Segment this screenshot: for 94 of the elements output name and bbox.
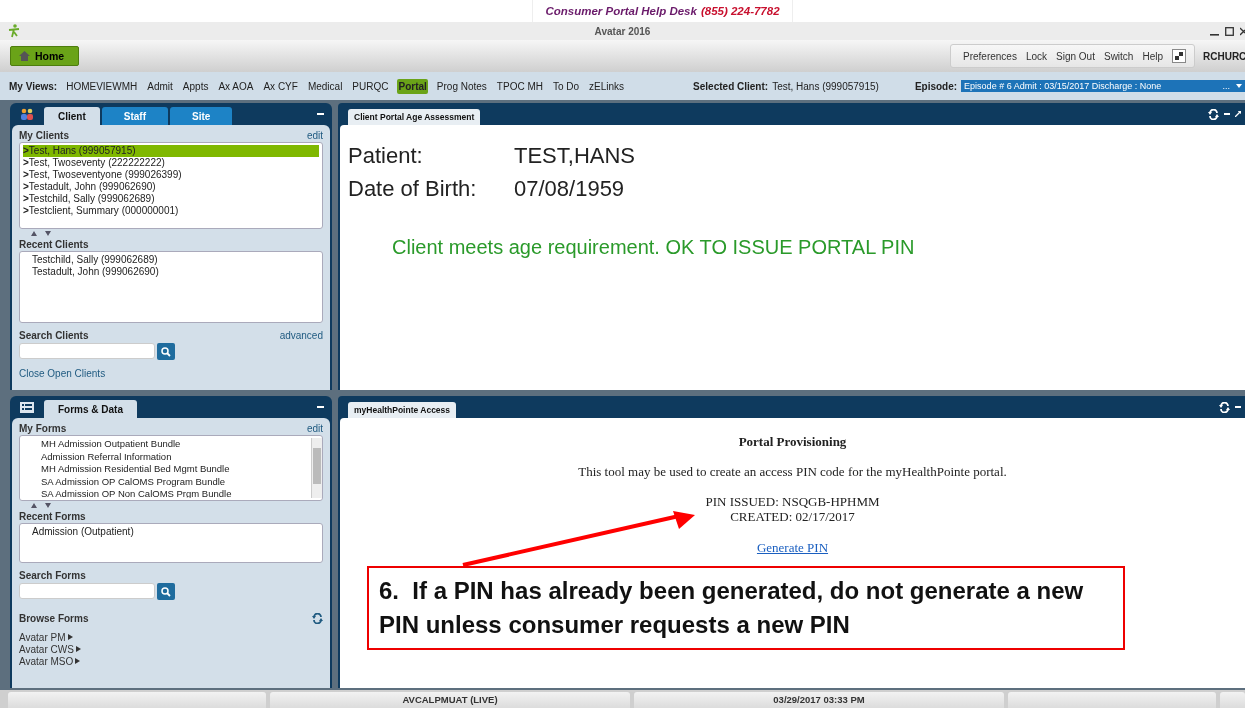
view-tab[interactable]: Medical [306, 78, 344, 94]
search-field[interactable] [19, 583, 155, 599]
episode-label: Episode: [914, 80, 958, 92]
pin-issued: PIN ISSUED: NSQGB-HPHMM [705, 494, 880, 509]
section-title: Browse Forms [19, 613, 89, 624]
view-tab[interactable]: Prog Notes [435, 78, 488, 94]
section-title: My Clients [19, 130, 69, 141]
view-tab[interactable]: Ax CYF [262, 78, 299, 94]
toolbar-link[interactable]: Help [1142, 50, 1163, 62]
figure-icon [8, 24, 20, 38]
panel-tab[interactable]: Staff [101, 107, 168, 125]
list-icon [20, 401, 34, 413]
annotation-callout: 6. If a PIN has already been generated, do not generate a new PIN unless consumer requests a new PIN [367, 566, 1125, 650]
selected-client: Test, Hans (999057915) [772, 80, 879, 92]
panel-tab[interactable]: Client Portal Age Assessment [348, 109, 481, 125]
refresh-icon[interactable] [312, 613, 323, 624]
browse-link[interactable]: Avatar PM [19, 631, 73, 643]
generate-pin-link[interactable]: Generate PIN [756, 540, 829, 556]
expand-icon[interactable] [1235, 111, 1241, 117]
close-icon[interactable] [1240, 26, 1245, 36]
section-title: Recent Forms [19, 511, 86, 522]
section-title: Search Clients [19, 330, 89, 341]
toolbar-link[interactable]: Switch [1103, 50, 1134, 62]
panel-tab[interactable]: myHealthPointe Access [348, 402, 457, 418]
view-tab[interactable]: TPOC MH [495, 78, 544, 94]
field-label: Date of Birth: [348, 176, 478, 203]
people-icon [20, 108, 34, 120]
section-heading: Portal Provisioning [738, 434, 847, 450]
search-button[interactable] [157, 583, 175, 600]
view-tab[interactable]: PURQC [351, 78, 390, 94]
form-item[interactable]: MH Admission Outpatient Bundle [23, 438, 311, 451]
edit-link[interactable]: edit [306, 130, 323, 141]
view-tab[interactable]: Appts [181, 78, 210, 94]
more-indicator: ... [1222, 81, 1230, 91]
home-icon [19, 51, 30, 61]
maximize-icon[interactable] [1225, 26, 1234, 36]
field-value: TEST,HANS [514, 143, 636, 170]
help-desk-phone: (855) 224-7782 [700, 5, 780, 17]
field-label: Patient: [348, 143, 424, 170]
form-item[interactable]: Admission Referral Information [23, 450, 311, 463]
view-tab[interactable]: Ax AOA [217, 78, 255, 94]
panel-tab[interactable]: Site [170, 107, 233, 125]
collapse-arrows-icon[interactable] [31, 231, 53, 236]
client-item[interactable]: >Testadult, John (999062690) [23, 181, 319, 193]
status-segment [1220, 692, 1245, 708]
episode-value: Episode # 6 Admit : 03/15/2017 Discharge : None [964, 81, 1162, 91]
caret-icon [1236, 83, 1242, 89]
date-time-status: 03/29/2017 03:33 PM [634, 692, 1004, 708]
views-label: My Views: [9, 80, 58, 92]
browse-link[interactable]: Avatar CWS [19, 643, 81, 655]
description: This tool may be used to create an access PIN code for the myHealthPointe portal. [578, 464, 1007, 480]
toolbar-link[interactable]: Lock [1025, 50, 1048, 62]
home-button[interactable]: Home [10, 46, 80, 66]
selected-client-label: Selected Client: [693, 80, 769, 92]
window-layout-icon[interactable] [1172, 49, 1186, 63]
eligibility-message: Client meets age requirement. OK TO ISSUE PORTAL PIN [392, 236, 916, 259]
search-button[interactable] [157, 343, 175, 360]
client-item[interactable]: >Testclient, Summary (000000001) [23, 205, 319, 217]
collapse-arrows-icon[interactable] [31, 503, 53, 508]
client-item[interactable]: >Test, Hans (999057915) [23, 145, 319, 157]
form-item[interactable]: SA Admission OP CalOMS Program Bundle [23, 475, 311, 488]
view-tab[interactable]: Portal [397, 78, 428, 94]
toolbar-link[interactable]: Sign Out [1056, 50, 1095, 62]
window-title: Avatar 2016 [594, 25, 651, 37]
help-desk-label: Consumer Portal Help Desk [545, 5, 697, 17]
browse-link[interactable]: Avatar MSO [19, 655, 81, 667]
view-tab[interactable]: Admit [146, 78, 174, 94]
section-title: Search Forms [19, 570, 86, 581]
toolbar-link[interactable]: Preferences [963, 50, 1017, 62]
section-title: Recent Clients [19, 239, 89, 250]
view-tab[interactable]: To Do [551, 78, 581, 94]
search-field[interactable] [19, 343, 155, 359]
edit-link[interactable]: edit [306, 423, 323, 434]
search-icon [161, 586, 171, 597]
close-clients-link[interactable]: Close Open Clients [19, 368, 106, 379]
recent-client-item[interactable]: Testchild, Sally (999062689) [23, 254, 319, 266]
field-value: 07/08/1959 [514, 176, 625, 203]
episode-dropdown[interactable]: Episode # 6 Admit : 03/15/2017 Discharge : None ... [961, 80, 1245, 92]
server-status: AVCALPMUAT (LIVE) [270, 692, 630, 708]
client-item[interactable]: >Test, Twoseventyone (999026399) [23, 169, 319, 181]
section-title: My Forms [19, 423, 67, 434]
view-tab[interactable]: HOMEVIEWMH [65, 78, 139, 94]
advanced-link[interactable]: advanced [279, 330, 323, 341]
panel-tab[interactable]: Forms & Data [44, 400, 137, 418]
recent-client-item[interactable]: Testadult, John (999062690) [23, 266, 319, 278]
view-tab[interactable]: zELinks [588, 78, 626, 94]
form-item[interactable]: MH Admission Residential Bed Mgmt Bundle [23, 463, 311, 476]
panel-tab[interactable]: Client [44, 107, 100, 125]
search-icon [161, 346, 171, 357]
client-item[interactable]: >Test, Twoseventy (222222222) [23, 157, 319, 169]
scrollbar[interactable] [311, 438, 322, 498]
client-item[interactable]: >Testchild, Sally (999062689) [23, 193, 319, 205]
pin-created-date: CREATED: 02/17/2017 [730, 509, 855, 524]
recent-form-item[interactable]: Admission (Outpatient) [23, 526, 319, 538]
